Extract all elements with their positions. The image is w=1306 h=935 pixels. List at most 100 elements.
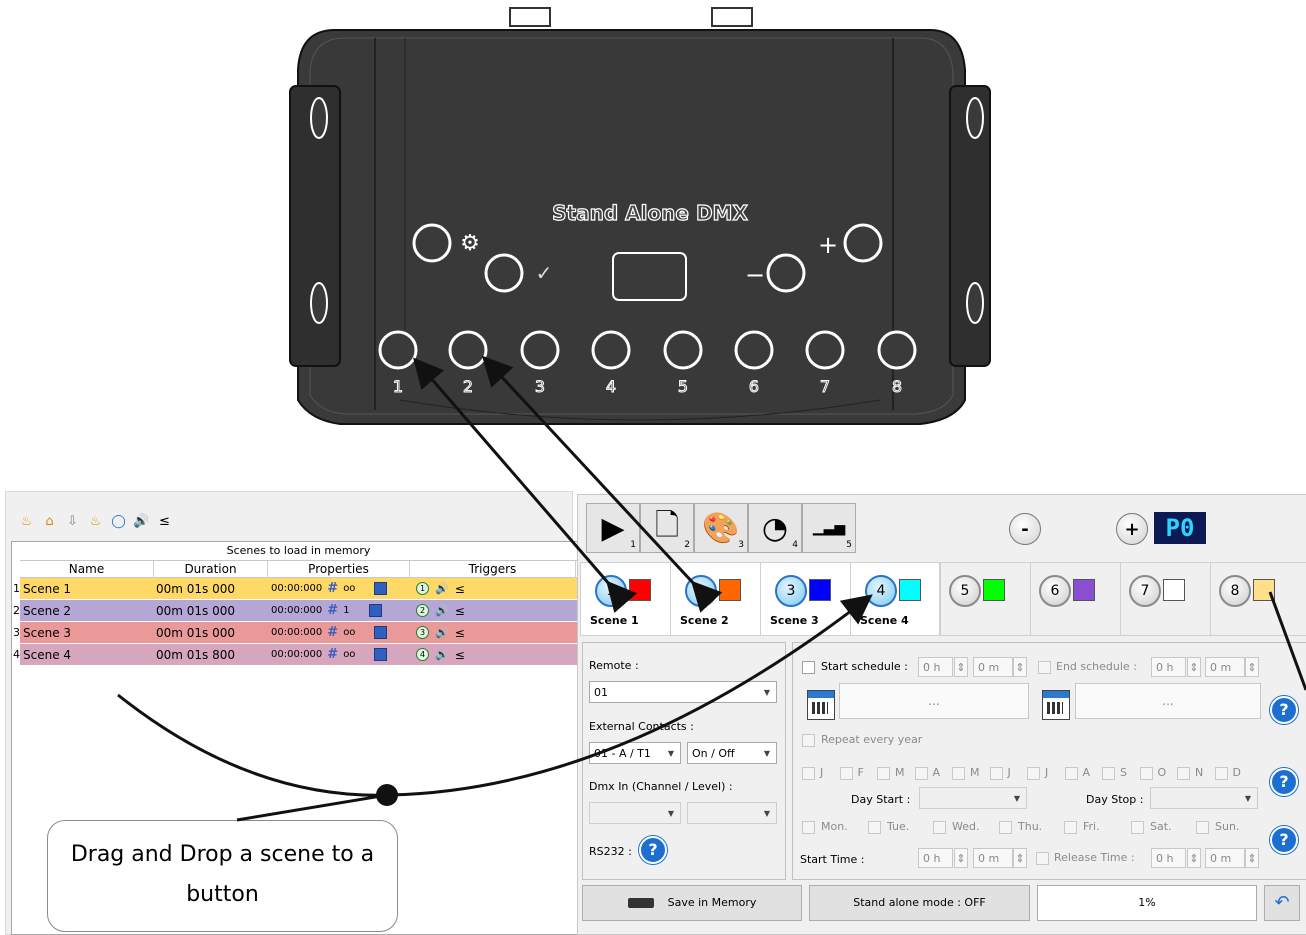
- start-minute-spin[interactable]: 0 m: [973, 657, 1013, 677]
- column-header[interactable]: Duration: [154, 561, 268, 577]
- calendar-icon[interactable]: [807, 690, 835, 720]
- start-schedule-checkbox[interactable]: [802, 661, 815, 674]
- down-arrow-icon[interactable]: ⇩: [64, 513, 81, 530]
- dmx-level-select[interactable]: ▼: [687, 802, 777, 824]
- slot-color-swatch[interactable]: [719, 579, 741, 601]
- sound-icon[interactable]: 🔊: [133, 513, 150, 530]
- spin-arrows-icon[interactable]: ⇕: [1013, 657, 1027, 677]
- month-checkbox[interactable]: [839, 767, 853, 780]
- device-button-1[interactable]: [378, 330, 418, 370]
- month-checkbox[interactable]: [952, 767, 965, 780]
- month-checkbox[interactable]: [1027, 767, 1040, 780]
- column-header[interactable]: Properties: [268, 561, 410, 577]
- undo-icon[interactable]: ↶: [1264, 885, 1300, 921]
- minus-button[interactable]: -: [1009, 513, 1041, 545]
- slot-color-swatch[interactable]: [983, 579, 1005, 601]
- mode-tab-1[interactable]: ▶ 1: [586, 503, 640, 553]
- slot-color-swatch[interactable]: [1253, 579, 1275, 601]
- dmx-channel-select[interactable]: ▼: [589, 802, 681, 824]
- button-slot-4[interactable]: 4 Scene 4: [850, 562, 940, 636]
- spin-arrows-icon[interactable]: ⇕: [954, 657, 968, 677]
- help-icon[interactable]: ?: [1270, 768, 1298, 796]
- button-slot-6[interactable]: 6: [1030, 562, 1121, 636]
- scenes-icon[interactable]: ♨: [18, 513, 35, 530]
- weekday-checkbox[interactable]: [802, 821, 815, 834]
- standalone-mode-button[interactable]: Stand alone mode : OFF: [809, 885, 1030, 921]
- month-checkbox[interactable]: [1102, 767, 1115, 780]
- end-schedule-checkbox[interactable]: [1038, 661, 1051, 674]
- help-icon[interactable]: ?: [1270, 826, 1298, 854]
- fader-icon[interactable]: ≤: [156, 513, 173, 530]
- device-button-3[interactable]: [520, 330, 560, 370]
- month-checkbox[interactable]: [1064, 767, 1078, 780]
- spin-arrows-icon[interactable]: ⇕: [1187, 848, 1201, 868]
- mode-tab-4[interactable]: ◔ 4: [748, 503, 802, 553]
- device-button-2[interactable]: [448, 330, 488, 370]
- start-hour-spin[interactable]: 0 h: [918, 657, 953, 677]
- device-button-7[interactable]: [805, 330, 845, 370]
- slot-color-swatch[interactable]: [629, 579, 651, 601]
- day-stop-select[interactable]: ▼: [1150, 787, 1258, 809]
- end-minute-spin[interactable]: 0 m: [1205, 657, 1245, 677]
- end-date-field[interactable]: ...: [1075, 683, 1261, 719]
- repeat-year-checkbox[interactable]: [802, 734, 815, 747]
- weekday-checkbox[interactable]: [1196, 821, 1209, 834]
- weekday-checkbox[interactable]: [933, 821, 946, 834]
- device-button-4[interactable]: [591, 330, 631, 370]
- table-row[interactable]: 1 Scene 1 00m 01s 000 00:00:000 # oo 1 🔊 ≤: [12, 578, 581, 600]
- weekday-checkbox[interactable]: [1131, 821, 1144, 834]
- slot-color-swatch[interactable]: [1073, 579, 1095, 601]
- remote-select[interactable]: 01 ▼: [589, 681, 777, 703]
- slot-color-swatch[interactable]: [899, 579, 921, 601]
- button-slot-3[interactable]: 3 Scene 3: [760, 562, 851, 636]
- spin-arrows-icon[interactable]: ⇕: [1245, 848, 1259, 868]
- button-slot-5[interactable]: 5: [940, 562, 1031, 636]
- month-checkbox[interactable]: [802, 767, 815, 780]
- slot-color-swatch[interactable]: [1163, 579, 1185, 601]
- month-checkbox[interactable]: [1139, 767, 1153, 780]
- spin-arrows-icon[interactable]: ⇕: [1245, 657, 1259, 677]
- calendar-icon[interactable]: [1042, 690, 1070, 720]
- weekday-checkbox[interactable]: [868, 821, 881, 834]
- home-icon[interactable]: ⌂: [41, 513, 58, 530]
- button-slot-8[interactable]: 8: [1210, 562, 1306, 636]
- release-time-checkbox[interactable]: [1036, 852, 1049, 865]
- table-row[interactable]: 4 Scene 4 00m 01s 800 00:00:000 # oo 4 🔊 ≤: [12, 644, 581, 666]
- release-minute-spin[interactable]: 0 m: [1205, 848, 1245, 868]
- mode-tab-2[interactable]: 🗋 2: [640, 503, 694, 553]
- device-button-8[interactable]: [877, 330, 917, 370]
- button-slot-7[interactable]: 7: [1120, 562, 1211, 636]
- day-start-select[interactable]: ▼: [919, 787, 1027, 809]
- month-checkbox[interactable]: [989, 767, 1003, 780]
- month-checkbox[interactable]: [1177, 767, 1190, 780]
- help-icon[interactable]: ?: [1270, 696, 1298, 724]
- end-hour-spin[interactable]: 0 h: [1151, 657, 1186, 677]
- start-time-minute-spin[interactable]: 0 m: [973, 848, 1013, 868]
- mode-tab-3[interactable]: 🎨 3: [694, 503, 748, 553]
- external-contacts-select[interactable]: 01 - A / T1 ▼: [589, 742, 681, 764]
- button-slot-1[interactable]: 1 Scene 1: [580, 562, 671, 636]
- mode-tab-5[interactable]: ▁▃▅ 5: [802, 503, 856, 553]
- spin-arrows-icon[interactable]: ⇕: [954, 848, 968, 868]
- column-header[interactable]: Triggers: [410, 561, 576, 577]
- spin-arrows-icon[interactable]: ⇕: [1187, 657, 1201, 677]
- device-button-5[interactable]: [663, 330, 703, 370]
- plus-button[interactable]: +: [1116, 513, 1148, 545]
- spin-arrows-icon[interactable]: ⇕: [1013, 848, 1027, 868]
- weekday-checkbox[interactable]: [999, 821, 1012, 834]
- table-row[interactable]: 2 Scene 2 00m 01s 000 00:00:000 #1 2 🔊 ≤: [12, 600, 581, 622]
- release-hour-spin[interactable]: 0 h: [1151, 848, 1186, 868]
- month-checkbox[interactable]: [1214, 767, 1228, 780]
- table-row[interactable]: 3 Scene 3 00m 01s 000 00:00:000 # oo 3 🔊 ≤: [12, 622, 581, 644]
- start-time-hour-spin[interactable]: 0 h: [918, 848, 953, 868]
- start-date-field[interactable]: ...: [839, 683, 1029, 719]
- month-checkbox[interactable]: [914, 767, 928, 780]
- onoff-select[interactable]: On / Off ▼: [687, 742, 777, 764]
- slot-color-swatch[interactable]: [809, 579, 831, 601]
- weekday-checkbox[interactable]: [1064, 821, 1077, 834]
- month-checkbox[interactable]: [877, 767, 890, 780]
- column-header[interactable]: Name: [20, 561, 154, 577]
- effects-icon[interactable]: ♨: [87, 513, 104, 530]
- save-memory-button[interactable]: Save in Memory: [582, 885, 802, 921]
- help-icon[interactable]: ?: [639, 836, 667, 864]
